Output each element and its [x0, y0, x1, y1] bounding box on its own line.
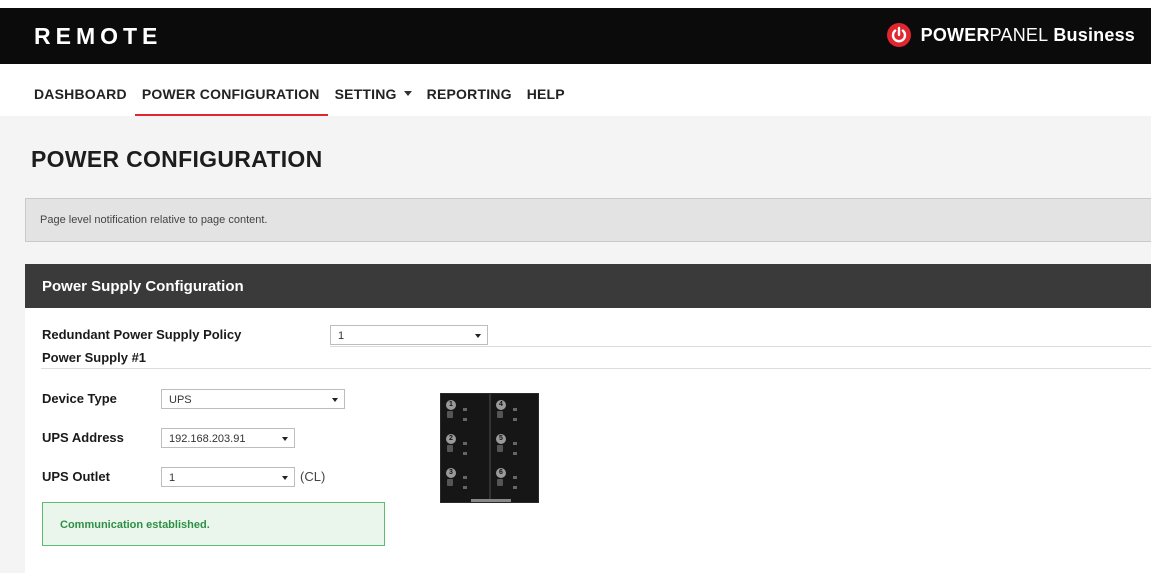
outlet-5[interactable]: 5 [493, 432, 533, 462]
device-type-label: Device Type [42, 391, 117, 406]
outlet-number: 3 [446, 468, 456, 478]
outlet-number: 1 [446, 400, 456, 410]
policy-select[interactable]: 1 [330, 325, 488, 345]
outlet-number: 2 [446, 434, 456, 444]
power-supply-panel: Power Supply Configuration Redundant Pow… [25, 264, 1151, 584]
chevron-down-icon [282, 437, 288, 441]
powerpanel-logo: POWERPANEL Business [886, 23, 1135, 47]
outlet-number: 4 [496, 400, 506, 410]
power-icon [886, 23, 911, 47]
outlet-2[interactable]: 2 [443, 432, 483, 462]
logo-word-business: Business [1053, 24, 1135, 45]
notification-text: Page level notification relative to page… [40, 214, 268, 226]
device-type-select[interactable]: UPS [161, 389, 345, 409]
main-content: POWER CONFIGURATION Page level notificat… [0, 116, 1151, 584]
ups-address-select[interactable]: 192.168.203.91 [161, 428, 295, 448]
chevron-down-icon [332, 398, 338, 402]
outlet-divider [489, 394, 491, 502]
logo-word-panel: PANEL [989, 24, 1049, 45]
policy-select-value: 1 [338, 330, 345, 342]
outlet-1[interactable]: 1 [443, 398, 483, 428]
outlet-3[interactable]: 3 [443, 466, 483, 496]
page-title: POWER CONFIGURATION [31, 146, 323, 172]
device-type-value: UPS [169, 394, 192, 406]
page-notification: Page level notification relative to page… [25, 198, 1151, 242]
section-divider [41, 368, 1151, 369]
ups-outlet-diagram: 1 2 3 4 5 6 [440, 393, 539, 503]
nav-dashboard[interactable]: DASHBOARD [34, 86, 127, 102]
ups-outlet-suffix: (CL) [300, 469, 326, 484]
ups-address-value: 192.168.203.91 [169, 433, 246, 445]
logo-text: POWERPANEL Business [921, 25, 1135, 46]
ups-address-label: UPS Address [42, 430, 124, 445]
chevron-down-icon [403, 90, 412, 96]
chevron-down-icon [282, 476, 288, 480]
chevron-down-icon [475, 334, 481, 338]
nav-help[interactable]: HELP [527, 86, 565, 102]
outlet-base [471, 499, 511, 502]
panel-header: Power Supply Configuration [25, 264, 1151, 308]
status-message: Communication established. [60, 519, 210, 531]
panel-title: Power Supply Configuration [42, 278, 244, 295]
divider [330, 346, 1151, 347]
logo-word-power: POWER [920, 24, 990, 45]
nav-reporting[interactable]: REPORTING [427, 86, 512, 102]
ups-outlet-select[interactable]: 1 [161, 467, 295, 487]
ups-outlet-label: UPS Outlet [42, 469, 110, 484]
ups-outlet-value: 1 [169, 472, 176, 484]
status-message-box: Communication established. [42, 502, 385, 546]
outlet-4[interactable]: 4 [493, 398, 533, 428]
main-nav: DASHBOARD POWER CONFIGURATION SETTING RE… [0, 64, 1151, 117]
nav-setting[interactable]: SETTING [335, 86, 412, 102]
outlet-6[interactable]: 6 [493, 466, 533, 496]
app-name: REMOTE [34, 23, 163, 49]
nav-setting-label: SETTING [334, 86, 397, 102]
top-header: REMOTE POWERPANEL Business [0, 8, 1151, 64]
outlet-number: 6 [496, 468, 506, 478]
outlet-number: 5 [496, 434, 506, 444]
nav-power-configuration[interactable]: POWER CONFIGURATION [134, 86, 328, 117]
power-supply-title: Power Supply #1 [42, 350, 147, 365]
policy-label: Redundant Power Supply Policy [42, 327, 242, 342]
